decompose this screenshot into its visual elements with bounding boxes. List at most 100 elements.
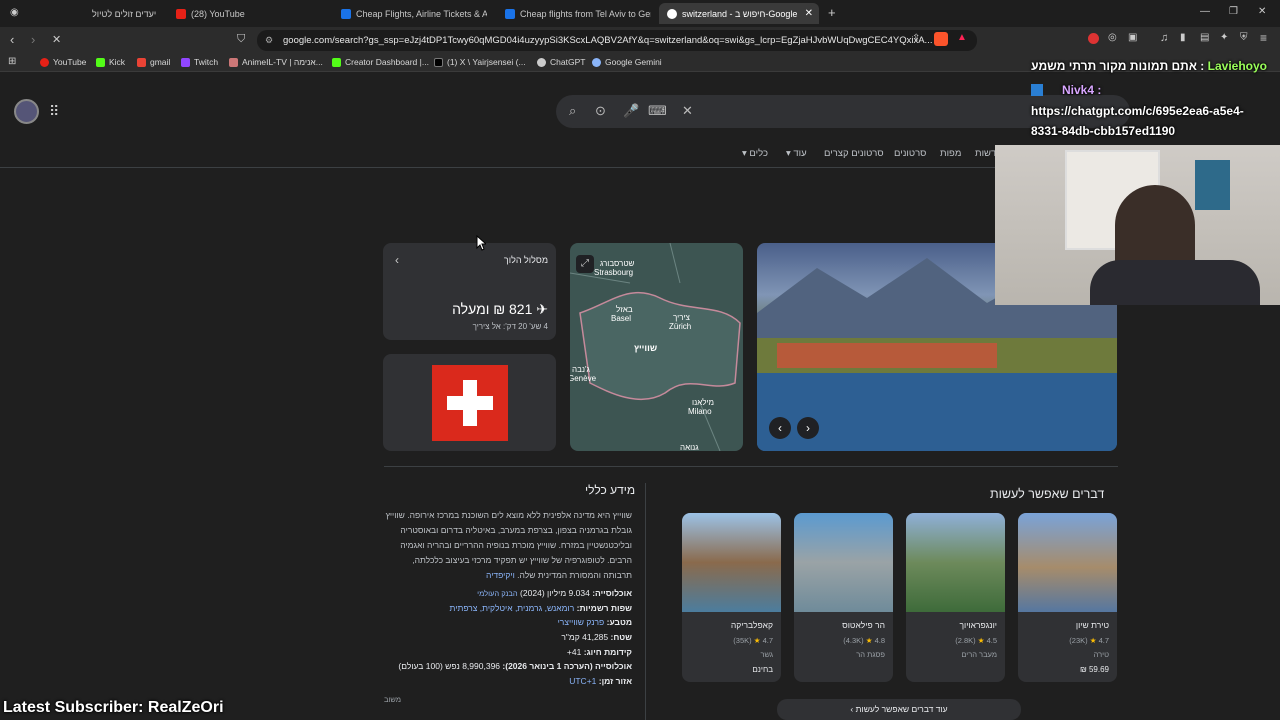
wallet-icon[interactable]: ▤	[1200, 32, 1209, 43]
flight-card[interactable]: ‹ מסלול הלוך ✈ 821 ₪ ומעלה 4 שע' 20 דק':…	[383, 243, 556, 340]
more-things-to-do-button[interactable]: עוד דברים שאפשר לעשות ›	[777, 699, 1021, 720]
chatgpt-icon	[537, 57, 546, 67]
info-value: 41,285 קמ"ר	[561, 632, 609, 642]
extension-icon[interactable]: ◎	[1108, 32, 1117, 43]
search-icon[interactable]: ⌕	[569, 103, 576, 119]
info-label: שטח:	[610, 632, 632, 642]
attraction-card[interactable]: יונגפראויוך 4.5 ★ (2.8K) מעבר הרים	[906, 513, 1005, 682]
address-bar[interactable]: ⚙ google.com/search?gs_ssp=eJzj4tDP1Tcwy…	[257, 30, 977, 51]
close-tab-icon[interactable]: ✕	[805, 8, 813, 19]
avatar[interactable]	[14, 99, 39, 124]
carousel-prev-button[interactable]: ‹	[769, 417, 791, 439]
flag-card[interactable]	[383, 354, 556, 451]
chip-shorts[interactable]: סרטונים קצרים	[824, 148, 884, 159]
media-icon[interactable]: ♫	[1160, 32, 1168, 44]
attraction-name: קאפלבריקה	[730, 620, 773, 630]
google-lens-icon[interactable]: ⊙	[595, 103, 606, 119]
map-label-geneva: Genève	[570, 374, 597, 383]
wikipedia-link[interactable]: ויקיפדיה	[486, 570, 515, 580]
carousel-next-button[interactable]: ›	[797, 417, 819, 439]
attraction-price: 59.69 ₪	[1079, 665, 1109, 674]
tab-google-search[interactable]: switzerland - חיפוש ב-Google ✕	[659, 3, 819, 24]
sidebar-icon[interactable]: ▮	[1180, 32, 1186, 43]
tab-cheap-flights[interactable]: Cheap Flights, Airline Tickets & Airfa	[337, 3, 487, 24]
voice-search-icon[interactable]: 🎤	[623, 103, 639, 119]
bookmark-gmail[interactable]: gmail	[137, 57, 170, 67]
attraction-image	[794, 513, 893, 612]
flights-icon	[341, 8, 351, 19]
keyboard-icon[interactable]: ⌨	[648, 103, 667, 119]
share-icon[interactable]: ⇪	[912, 33, 920, 44]
review-count: (35K)	[733, 636, 752, 645]
bookmark-x[interactable]: (1) X \ Yairjsensei (...	[434, 57, 526, 67]
extension-icon[interactable]	[1088, 33, 1099, 44]
attraction-image	[1018, 513, 1117, 612]
map-label-strasbourg-he: שטרסבורג	[600, 259, 635, 268]
vpn-icon[interactable]: ⛨	[1240, 32, 1248, 43]
chip-maps[interactable]: מפות	[940, 148, 961, 159]
menu-icon[interactable]: ≡	[1260, 31, 1267, 45]
brave-shields-icon[interactable]	[934, 32, 948, 46]
brave-rewards-icon[interactable]: ▲	[957, 32, 967, 43]
chip-label: סרטונים	[894, 148, 927, 159]
info-link[interactable]: פרנק שווייצרי	[558, 617, 605, 627]
info-label: קידומת חיוג:	[583, 647, 632, 657]
gemini-icon	[592, 57, 601, 67]
animeil-icon	[229, 57, 238, 67]
bookmark-icon[interactable]: ⛉	[237, 33, 245, 46]
chevron-right-icon: ›	[850, 704, 854, 714]
browser-menu-icon[interactable]: ◉	[10, 7, 19, 18]
attraction-card[interactable]: הר פילאטוס 4.8 ★ (4.3K) פסגת הר	[794, 513, 893, 682]
back-icon[interactable]: ‹	[10, 32, 14, 47]
chat-message: Laviehoyo : אתם תמונות מקור תרתי משמע	[1031, 59, 1267, 73]
info-row-area: שטח: 41,285 קמ"ר	[384, 632, 632, 642]
chat-username: Nivk4 :	[1062, 83, 1102, 97]
expand-map-icon[interactable]: ⤢	[576, 255, 594, 273]
stop-loading-icon[interactable]: ✕	[52, 33, 61, 46]
bookmark-twitch[interactable]: Twitch	[181, 57, 218, 67]
feedback-link[interactable]: משוב	[384, 695, 401, 704]
attraction-card[interactable]: טירת שיון 4.7 ★ (23K) טירה 59.69 ₪	[1018, 513, 1117, 682]
things-to-do-heading: דברים שאפשר לעשות	[990, 487, 1105, 501]
bookmark-youtube[interactable]: YouTube	[40, 57, 86, 67]
apps-grid-icon[interactable]: ⊞	[8, 56, 16, 67]
info-label: שפות רשמיות:	[576, 603, 632, 613]
map-card[interactable]: ⤢ שטרסבורג Strasbourg באזל Basel ציריך Z…	[570, 243, 743, 451]
attraction-card[interactable]: קאפלבריקה 4.7 ★ (35K) גשר בחינם	[682, 513, 781, 682]
minimize-icon[interactable]: —	[1200, 6, 1210, 17]
attraction-image	[906, 513, 1005, 612]
bookmark-label: gmail	[150, 57, 171, 67]
site-info-icon[interactable]: ⚙	[265, 30, 273, 51]
bookmark-gemini[interactable]: Google Gemini	[592, 57, 662, 67]
new-tab-icon[interactable]: +	[828, 5, 836, 20]
mouse-cursor-icon	[476, 235, 486, 251]
bookmark-kick[interactable]: Kick	[96, 57, 125, 67]
tab-cheap-destinations[interactable]: יעדים זולים לטיול	[92, 3, 172, 24]
chat-link-text: 8331-84db-cbb157ed1190	[1031, 124, 1176, 138]
info-link[interactable]: הבנק העולמי	[477, 589, 518, 598]
info-link[interactable]: UTC+1	[569, 676, 596, 686]
google-apps-icon[interactable]: ⠿	[49, 103, 59, 120]
chip-videos[interactable]: סרטונים	[894, 148, 926, 159]
forward-icon[interactable]: ›	[31, 32, 35, 47]
info-link[interactable]: רומאנש, גרמנית, איטלקית, צרפתית	[450, 603, 575, 613]
map-label-strasbourg: Strasbourg	[594, 268, 634, 277]
leo-ai-icon[interactable]: ✦	[1220, 32, 1228, 43]
close-window-icon[interactable]: ✕	[1258, 6, 1266, 17]
bookmark-creator-dashboard[interactable]: Creator Dashboard |...	[332, 57, 429, 67]
button-label: עוד דברים שאפשר לעשות	[855, 704, 948, 714]
chat-username: Laviehoyo	[1207, 59, 1267, 73]
chip-tools[interactable]: ▾ כלים	[742, 148, 768, 159]
flight-price: ✈ 821 ₪ ומעלה	[452, 301, 548, 317]
tab-tel-aviv-geneva[interactable]: Cheap flights from Tel Aviv to Geneva	[501, 3, 651, 24]
tab-youtube[interactable]: (28) YouTube	[172, 3, 332, 24]
bookmark-animeil[interactable]: AnimeIL-TV | אנימה...	[229, 57, 323, 67]
bookmark-label: (1) X \ Yairjsensei (...	[447, 57, 526, 67]
chip-more[interactable]: ▾ עוד	[786, 148, 807, 159]
bookmark-chatgpt[interactable]: ChatGPT	[537, 57, 585, 67]
attraction-name: הר פילאטוס	[842, 620, 885, 630]
extension-icon[interactable]: ▣	[1128, 32, 1137, 43]
youtube-icon	[176, 8, 186, 19]
restore-icon[interactable]: ❐	[1229, 6, 1238, 17]
clear-search-icon[interactable]: ✕	[682, 103, 693, 119]
